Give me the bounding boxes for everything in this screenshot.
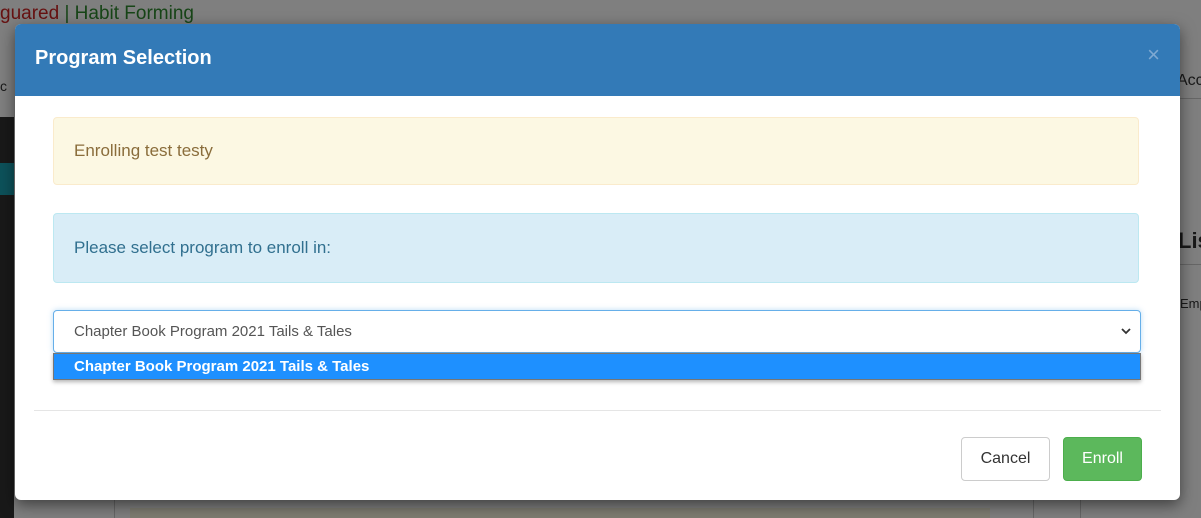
enrolling-alert: Enrolling test testy: [53, 117, 1139, 185]
cancel-button[interactable]: Cancel: [961, 437, 1050, 481]
close-icon[interactable]: ×: [1147, 44, 1160, 66]
enrolling-message: Enrolling test testy: [74, 141, 213, 160]
program-select-value: Chapter Book Program 2021 Tails & Tales: [74, 323, 352, 340]
program-select[interactable]: Chapter Book Program 2021 Tails & Tales: [53, 310, 1141, 353]
instruction-text: Please select program to enroll in:: [74, 238, 332, 257]
program-option[interactable]: Chapter Book Program 2021 Tails & Tales: [54, 354, 1140, 379]
program-selection-modal: Program Selection × Enrolling test testy…: [15, 24, 1180, 500]
instruction-alert: Please select program to enroll in:: [53, 213, 1139, 283]
program-dropdown-list: Chapter Book Program 2021 Tails & Tales: [53, 353, 1141, 380]
chevron-down-icon: [1121, 328, 1131, 335]
modal-title: Program Selection: [35, 47, 212, 69]
modal-header: Program Selection ×: [15, 24, 1180, 96]
enroll-button[interactable]: Enroll: [1063, 437, 1142, 481]
footer-divider: [34, 410, 1161, 411]
